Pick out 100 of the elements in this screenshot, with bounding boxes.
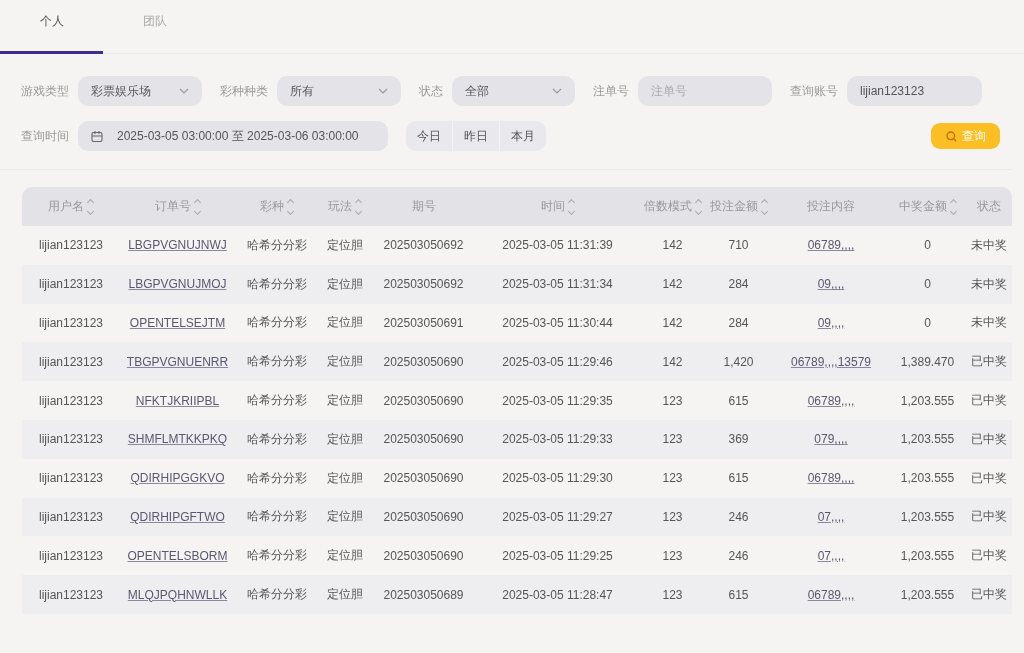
- order-link[interactable]: OPENTELSBORM: [127, 548, 228, 563]
- table-cell: 1,203.555: [900, 393, 955, 408]
- column-header: 用户名: [48, 198, 94, 215]
- table-cell: 未中奖: [970, 276, 1007, 291]
- bet-content-link[interactable]: 09,,,,: [817, 277, 845, 292]
- table-cell: 202503050690: [383, 548, 464, 563]
- table-cell: 1,420: [723, 354, 754, 369]
- column-header: 彩种: [259, 198, 294, 215]
- table-cell: 246: [728, 548, 749, 563]
- table-cell: 已中奖: [970, 587, 1007, 602]
- table-cell: lijian123123: [38, 238, 104, 253]
- order-link[interactable]: LBGPVGNUJNWJ: [128, 238, 227, 253]
- bet-content-link[interactable]: 06789,,,,13579: [790, 354, 872, 369]
- table-cell: 1,389.470: [900, 354, 955, 369]
- table-cell: 定位胆: [327, 237, 363, 252]
- table-cell: lijian123123: [38, 316, 104, 330]
- table-cell: 1,203.555: [900, 432, 955, 447]
- calendar-icon: [91, 130, 103, 142]
- table-cell: 2025-03-05 11:28:47: [502, 587, 613, 602]
- bet-content-link[interactable]: 07,,,,: [817, 548, 845, 563]
- date-preset-button[interactable]: 今日: [406, 121, 452, 151]
- table-cell: 123: [662, 548, 683, 563]
- table-cell: 615: [728, 471, 749, 486]
- column-header: 倍数模式: [643, 198, 702, 215]
- input-field[interactable]: lijian123123: [847, 76, 982, 106]
- table-cell: 202503050690: [383, 509, 464, 524]
- table-cell: 定位胆: [327, 470, 363, 485]
- table-cell: 202503050690: [383, 432, 464, 447]
- table-cell: 0: [924, 238, 931, 253]
- table-cell: 142: [662, 354, 683, 369]
- table-cell: 已中奖: [970, 393, 1007, 408]
- filter-label: 彩种种类: [220, 82, 268, 100]
- table-cell: lijian123123: [38, 587, 104, 602]
- table-cell: 284: [728, 316, 749, 330]
- table-cell: 定位胆: [327, 315, 363, 330]
- table-cell: 142: [662, 277, 683, 292]
- table-cell: 2025-03-05 11:29:33: [502, 432, 613, 447]
- table-cell: 2025-03-05 11:30:44: [502, 316, 613, 330]
- table-cell: 142: [662, 238, 683, 253]
- date-preset-button[interactable]: 昨日: [452, 121, 499, 151]
- order-link[interactable]: SHMFLMTKKPKQ: [127, 432, 228, 447]
- table-cell: lijian123123: [38, 471, 104, 486]
- column-header: 中奖金额: [898, 198, 957, 215]
- order-link[interactable]: QDIRHIPGGKVO: [130, 471, 225, 486]
- filter-label: 查询账号: [790, 82, 838, 100]
- table-cell: 哈希分分彩: [246, 393, 307, 408]
- table-cell: 定位胆: [327, 509, 363, 524]
- bet-content-link[interactable]: 06789,,,,: [807, 393, 855, 408]
- bet-content-link[interactable]: 07,,,,: [817, 509, 845, 524]
- table-cell: 123: [662, 471, 683, 486]
- column-header: 时间: [540, 198, 575, 215]
- table-cell: lijian123123: [38, 354, 104, 369]
- table-cell: 定位胆: [327, 548, 363, 563]
- order-link[interactable]: NFKTJKRIIPBL: [135, 393, 220, 408]
- table-cell: 哈希分分彩: [246, 354, 307, 369]
- table-cell: 未中奖: [970, 315, 1007, 330]
- table-cell: lijian123123: [38, 509, 104, 524]
- table-cell: 定位胆: [327, 393, 363, 408]
- filter-label: 查询时间: [21, 127, 69, 145]
- order-link[interactable]: MLQJPQHNWLLK: [127, 587, 228, 602]
- date-preset-button[interactable]: 本月: [499, 121, 546, 151]
- column-header: 投注金额: [709, 198, 768, 215]
- table-cell: 202503050689: [383, 587, 464, 602]
- chevron-down-icon: [179, 88, 189, 94]
- column-header: 状态: [976, 198, 1001, 215]
- table-cell: 定位胆: [327, 276, 363, 291]
- bet-content-link[interactable]: 06789,,,,: [807, 238, 855, 253]
- order-link[interactable]: OPENTELSEJTM: [129, 316, 226, 330]
- table-cell: lijian123123: [38, 432, 104, 447]
- table-cell: 1,203.555: [900, 587, 955, 602]
- bet-content-link[interactable]: 06789,,,,: [807, 471, 855, 486]
- table-cell: 2025-03-05 11:29:25: [502, 548, 613, 563]
- table-cell: 已中奖: [970, 548, 1007, 563]
- filter-label: 状态: [418, 82, 443, 100]
- bet-content-link[interactable]: 09,,,,: [817, 316, 845, 330]
- filter-label: 注单号: [593, 82, 629, 100]
- tab[interactable]: 个人: [0, 0, 103, 54]
- order-link[interactable]: LBGPVGNUJMOJ: [128, 277, 227, 292]
- order-link[interactable]: TBGPVGNUENRR: [126, 354, 229, 369]
- select-field[interactable]: 全部: [451, 76, 575, 106]
- select-field[interactable]: 所有: [277, 76, 401, 106]
- table-cell: 142: [662, 316, 683, 330]
- chevron-down-icon: [552, 88, 562, 94]
- bet-content-link[interactable]: 079,,,,: [814, 432, 848, 447]
- date-range-field[interactable]: 2025-03-05 03:00:00 至 2025-03-06 03:00:00: [78, 121, 388, 151]
- table-cell: 定位胆: [327, 431, 363, 446]
- search-icon: [945, 130, 957, 142]
- table-cell: 哈希分分彩: [246, 276, 307, 291]
- table-cell: 615: [728, 393, 749, 408]
- select-field[interactable]: 彩票娱乐场: [78, 76, 202, 106]
- table-cell: 0: [924, 277, 931, 292]
- table-cell: 哈希分分彩: [246, 315, 307, 330]
- input-field[interactable]: 注单号: [638, 76, 772, 106]
- table-cell: 202503050692: [383, 277, 464, 292]
- order-link[interactable]: QDIRHIPGFTWO: [130, 509, 225, 524]
- table-cell: 123: [662, 393, 683, 408]
- column-header: 玩法: [328, 198, 362, 215]
- table-cell: 710: [728, 238, 749, 253]
- table-cell: 2025-03-05 11:31:34: [502, 277, 613, 292]
- bet-content-link[interactable]: 06789,,,,: [807, 587, 855, 602]
